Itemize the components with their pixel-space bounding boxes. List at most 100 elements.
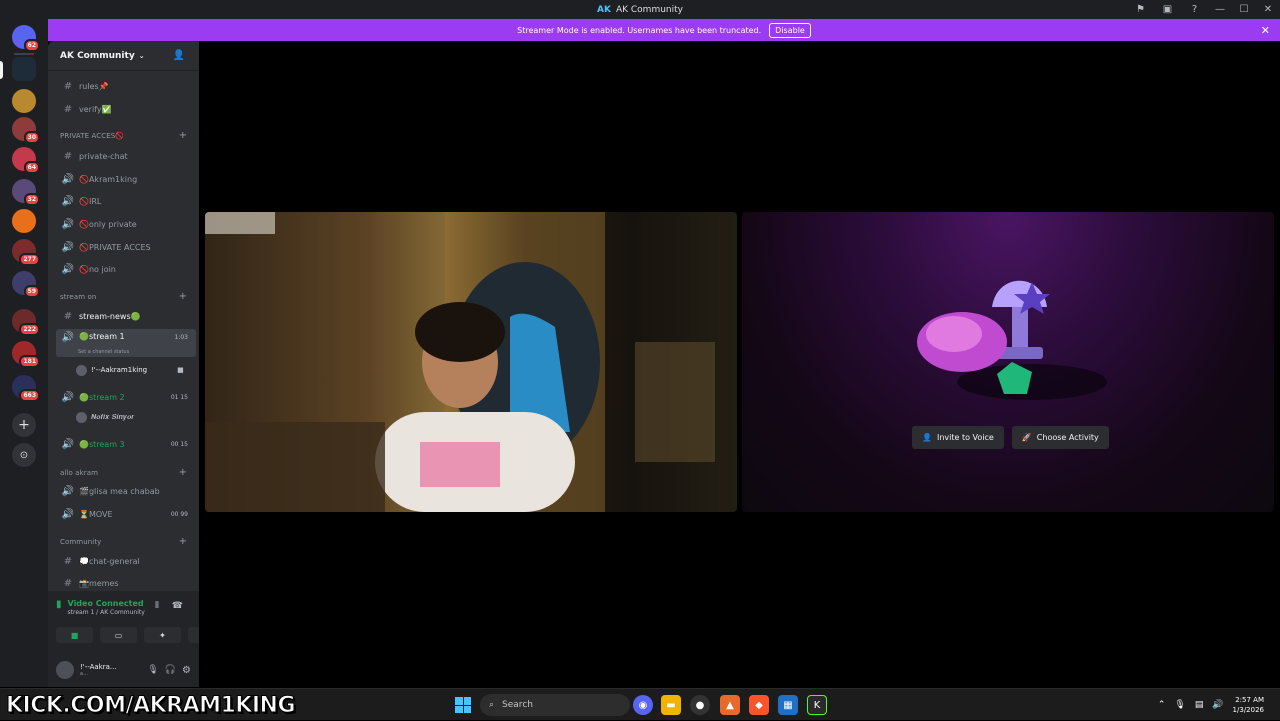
avatar[interactable] (56, 661, 74, 679)
window-title: AK Community (615, 4, 683, 15)
channel-stream-news[interactable]: # stream-news🟢 (56, 306, 196, 326)
voice-channel-stream-3[interactable]: 🔊 🟢stream 3 00 15 (56, 434, 196, 454)
minimize-button[interactable]: — (1208, 0, 1232, 19)
volume-icon[interactable]: 🔊 (1212, 700, 1223, 710)
invite-label: Invite to Voice (936, 433, 994, 442)
add-member-icon[interactable]: 👤 (173, 50, 185, 61)
activity-illustration (917, 280, 1107, 400)
channel-memes[interactable]: # 📸memes (56, 573, 196, 593)
chevron-up-icon[interactable]: ⌃ (1158, 700, 1166, 710)
channel-chat-general[interactable]: # 💭chat-general (56, 551, 196, 571)
server-icon[interactable]: 663 (12, 375, 40, 402)
server-badge: 32 (23, 193, 40, 206)
create-channel-icon[interactable]: + (179, 130, 187, 141)
noise-suppression-icon[interactable]: ⦀ (155, 601, 159, 611)
clock-time: 2:57 AM (1235, 696, 1264, 704)
server-icon[interactable]: 30 (12, 117, 40, 144)
store-icon[interactable]: ▦ (778, 695, 798, 715)
brave-icon[interactable]: ◆ (749, 695, 769, 715)
create-channel-icon[interactable]: + (179, 536, 187, 547)
category-private-acces[interactable]: PRIVATE ACCES🚫 (60, 132, 124, 140)
video-icon: ■ (177, 366, 184, 374)
speaker-icon: 🔊 (61, 263, 75, 275)
voice-channel-no-join[interactable]: 🔊 🚫no join (56, 259, 196, 279)
channel-rules[interactable]: # rules📌 (56, 76, 196, 96)
server-icon[interactable]: 32 (12, 179, 40, 206)
voice-location[interactable]: stream 1 / AK Community (68, 609, 145, 616)
hash-icon: # (63, 310, 73, 322)
channel-label: rules📌 (79, 81, 109, 91)
voice-channel-move[interactable]: 🔊 ⏳MOVE 00 99 (56, 504, 196, 524)
camera-button[interactable]: ■ (56, 627, 93, 643)
create-channel-icon[interactable]: + (179, 467, 187, 478)
voice-channel-private-acces[interactable]: 🔊 🚫PRIVATE ACCES (56, 237, 196, 257)
inbox-icon[interactable]: ▣ (1154, 0, 1181, 19)
screen-share-button[interactable]: ▭ (100, 627, 137, 643)
voice-channel-stream-2[interactable]: 🔊 🟢stream 2 01 15 (56, 387, 196, 407)
clock-date: 1/3/2026 (1232, 706, 1264, 714)
speaker-icon: 🔊 (61, 485, 75, 497)
category-allo-akram[interactable]: allo akram (60, 469, 98, 477)
file-explorer-icon[interactable]: ▬ (661, 695, 681, 715)
server-icon[interactable]: 59 (12, 271, 40, 298)
server-icon[interactable] (12, 89, 36, 113)
voice-channel-glisa[interactable]: 🔊 🎬glisa mea chabab (56, 481, 196, 501)
channel-private-chat[interactable]: # private-chat (56, 146, 196, 166)
kick-app-icon[interactable]: K (807, 695, 827, 715)
title-bar-actions: ⚑ ▣ ? — ☐ ✕ (1127, 0, 1280, 19)
server-icon[interactable]: 277 (12, 239, 40, 266)
ak-community-server-icon[interactable] (12, 57, 36, 81)
category-community[interactable]: Community (60, 538, 101, 546)
headphones-icon[interactable]: 🎧 (165, 665, 176, 675)
add-server-icon[interactable]: + (12, 413, 36, 437)
start-button[interactable] (455, 697, 471, 713)
channel-status-prompt[interactable]: Set a channel status (78, 349, 129, 355)
user-name: !'--Aakra... (80, 663, 117, 671)
choose-activity-button[interactable]: 🚀 Choose Activity (1011, 426, 1109, 449)
channel-label: stream-news🟢 (79, 311, 141, 321)
camera-video-tile[interactable] (205, 212, 737, 512)
microphone-tray-icon[interactable]: 🎙 (1174, 700, 1185, 710)
guild-header[interactable]: AK Community ⌄ 👤 (48, 41, 199, 71)
soundboard-button[interactable]: ♪ (188, 627, 199, 643)
server-icon[interactable]: 64 (12, 147, 40, 174)
invite-to-voice-button[interactable]: 👤 Invite to Voice (912, 426, 1004, 449)
server-icon[interactable]: 222 (12, 309, 40, 336)
voice-connection-panel: ▮ Video Connected stream 1 / AK Communit… (48, 591, 199, 687)
voice-user-name: !'--Aakram1king (91, 366, 148, 374)
maximize-button[interactable]: ☐ (1232, 0, 1256, 19)
clock[interactable]: 2:57 AM 1/3/2026 (1233, 695, 1264, 715)
flag-icon[interactable]: ⚑ (1127, 0, 1154, 19)
server-icon[interactable] (12, 209, 36, 233)
channel-label: 📸memes (79, 578, 119, 588)
help-icon[interactable]: ? (1181, 0, 1208, 19)
gear-icon[interactable]: ⚙ (182, 665, 191, 676)
disable-streamer-mode-button[interactable]: Disable (769, 22, 811, 38)
disconnect-icon[interactable]: ☎ (172, 601, 183, 611)
search-placeholder: Search (502, 700, 533, 710)
obs-icon[interactable]: ● (690, 695, 710, 715)
close-notice-icon[interactable]: ✕ (1261, 24, 1270, 37)
close-window-button[interactable]: ✕ (1256, 0, 1280, 19)
selected-server-pill (0, 61, 3, 79)
activity-button[interactable]: ✦ (144, 627, 181, 643)
server-icon[interactable]: 181 (12, 341, 40, 368)
voice-channel-akram1king[interactable]: 🔊 🚫Akram1king (56, 169, 196, 189)
network-icon[interactable]: ▤ (1195, 700, 1204, 710)
taskbar-search[interactable]: ⌕ Search (480, 694, 630, 716)
voice-user[interactable]: !'--Aakram1king ■ (76, 362, 184, 378)
discover-icon[interactable]: ⊙ (12, 443, 36, 467)
voice-user[interactable]: 𝑵𝒐𝒇𝒊𝒙 𝑺𝒊𝒏𝒚𝒐𝒓 (76, 409, 134, 425)
direct-messages-icon[interactable]: 62 (12, 25, 40, 52)
app-icon[interactable]: ▲ (720, 695, 740, 715)
voice-channel-irl[interactable]: 🔊 🚫IRL (56, 191, 196, 211)
user-info[interactable]: !'--Aakra... a... (80, 663, 141, 677)
discord-taskbar-icon[interactable]: ◉ (633, 695, 653, 715)
speaker-icon: 🔊 (61, 332, 75, 343)
microphone-icon[interactable]: 🎙 (147, 665, 158, 675)
speaker-icon: 🔊 (61, 391, 75, 403)
channel-verify[interactable]: # verify✅ (56, 99, 196, 119)
category-stream-on[interactable]: stream on (60, 293, 96, 301)
voice-channel-only-private[interactable]: 🔊 🚫only private (56, 214, 196, 234)
create-channel-icon[interactable]: + (179, 291, 187, 302)
